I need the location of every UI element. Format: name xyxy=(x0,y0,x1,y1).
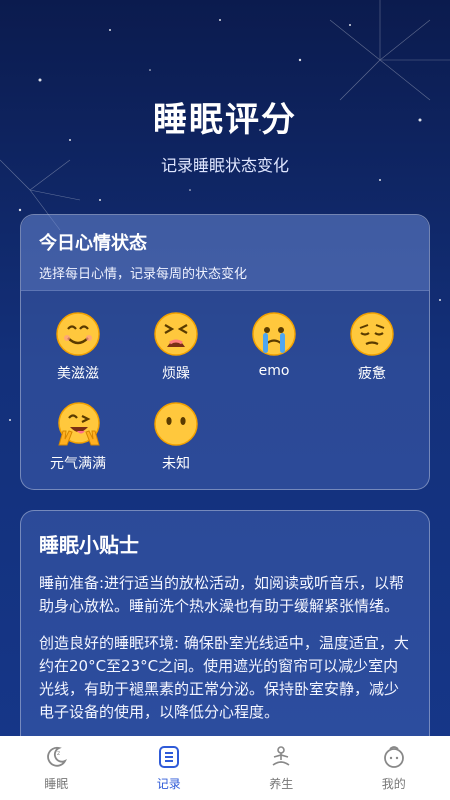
moon-icon: z xyxy=(47,746,68,767)
tab-label: 睡眠 xyxy=(44,776,69,791)
sleep-tips-card: 睡眠小贴士 睡前准备:进行适当的放松活动，如阅读或听音乐，以帮助身心放松。睡前洗… xyxy=(20,510,430,770)
tab-label: 养生 xyxy=(269,776,294,791)
mood-card-header: 今日心情状态 选择每日心情，记录每周的状态变化 xyxy=(21,215,429,291)
crying-face-icon xyxy=(252,312,296,356)
mood-grid: 美滋滋 烦躁 emo 疲惫 元气满满 未知 xyxy=(21,291,429,487)
mood-label: 元气满满 xyxy=(50,456,106,472)
tab-mine[interactable]: 我的 xyxy=(338,736,450,800)
svg-text:z: z xyxy=(57,750,60,757)
mood-label: 疲惫 xyxy=(358,366,386,382)
sleep-tips-title: 睡眠小贴士 xyxy=(39,533,139,557)
smiling-face-icon xyxy=(56,312,100,356)
mood-option-fanzao[interactable]: 烦躁 xyxy=(127,311,225,383)
tab-health[interactable]: 养生 xyxy=(225,736,338,800)
mood-label: emo xyxy=(258,363,290,379)
meditation-icon xyxy=(272,745,290,766)
mood-card-description: 选择每日心情，记录每周的状态变化 xyxy=(39,267,248,282)
mood-option-emo[interactable]: emo xyxy=(225,311,323,379)
mood-label: 美滋滋 xyxy=(57,366,99,382)
tired-face-icon xyxy=(154,312,198,356)
page-subtitle: 记录睡眠状态变化 xyxy=(160,156,289,175)
profile-face-icon xyxy=(383,745,404,768)
pensive-face-icon xyxy=(350,312,394,356)
tab-record[interactable]: 记录 xyxy=(113,736,226,800)
mood-option-weizhi[interactable]: 未知 xyxy=(127,401,225,473)
mood-card-title: 今日心情状态 xyxy=(39,233,147,254)
page-title: 睡眠评分 xyxy=(153,100,297,140)
mood-card: 今日心情状态 选择每日心情，记录每周的状态变化 美滋滋 烦躁 emo 疲惫 元气… xyxy=(20,214,430,490)
victory-face-icon xyxy=(58,402,100,446)
mood-label: 未知 xyxy=(162,456,190,472)
mood-option-meizizi[interactable]: 美滋滋 xyxy=(29,311,127,383)
sleep-tip-paragraph: 创造良好的睡眠环境: 确保卧室光线适中，温度适宜，大约在20°C至23°C之间。… xyxy=(39,634,409,721)
tab-label: 记录 xyxy=(156,776,181,791)
sleep-tip-paragraph: 睡前准备:进行适当的放松活动，如阅读或听音乐，以帮助身心放松。睡前洗个热水澡也有… xyxy=(39,574,405,615)
blank-face-icon xyxy=(154,402,198,446)
tab-label: 我的 xyxy=(381,776,406,791)
mood-option-piebei[interactable]: 疲惫 xyxy=(323,311,421,383)
tab-sleep[interactable]: z 睡眠 xyxy=(0,736,113,800)
list-icon xyxy=(158,745,179,768)
mood-option-yuanqi[interactable]: 元气满满 xyxy=(29,401,127,473)
bottom-tab-bar: z 睡眠 记录 养生 我的 xyxy=(0,736,450,800)
mood-label: 烦躁 xyxy=(162,366,190,382)
